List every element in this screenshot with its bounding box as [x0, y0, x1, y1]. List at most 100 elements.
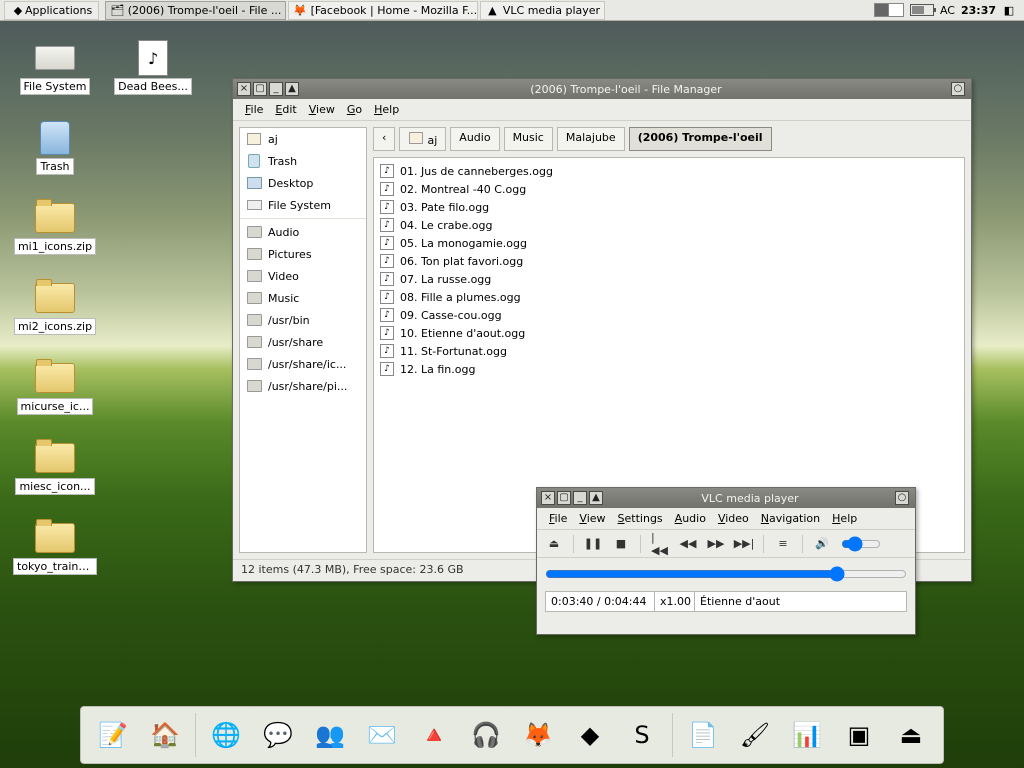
sidebar-item[interactable]: File System: [240, 194, 366, 216]
eject-icon[interactable]: ⏏: [545, 535, 563, 553]
path-segment[interactable]: aj: [399, 127, 446, 151]
desktop-icon-trash[interactable]: Trash: [12, 120, 98, 178]
close-icon[interactable]: ×: [541, 491, 555, 505]
workspace-switcher-icon[interactable]: [874, 3, 904, 17]
dock-mail-icon[interactable]: ✉️: [360, 713, 404, 757]
window-menu-icon[interactable]: ○: [951, 82, 965, 96]
file-item[interactable]: ♪08. Fille a plumes.ogg: [380, 288, 958, 306]
close-icon[interactable]: ×: [237, 82, 251, 96]
file-name: 12. La fin.ogg: [400, 363, 475, 376]
dock-skype-icon[interactable]: S: [620, 713, 664, 757]
clock[interactable]: 23:37: [961, 4, 996, 17]
sidebar-item[interactable]: /usr/share/pi...: [240, 375, 366, 397]
file-item[interactable]: ♪04. Le crabe.ogg: [380, 216, 958, 234]
file-item[interactable]: ♪11. St-Fortunat.ogg: [380, 342, 958, 360]
vlc-menu-file[interactable]: File: [543, 510, 573, 527]
path-segment[interactable]: Malajube: [557, 127, 625, 151]
file-item[interactable]: ♪09. Casse-cou.ogg: [380, 306, 958, 324]
fm-menu-edit[interactable]: Edit: [269, 101, 302, 118]
sidebar-item[interactable]: Desktop: [240, 172, 366, 194]
dock-terminal-icon[interactable]: ▣: [837, 713, 881, 757]
dock-web-browser-icon[interactable]: 🌐: [204, 713, 248, 757]
taskbar-task[interactable]: ▲ VLC media player: [480, 1, 605, 20]
fm-menu-view[interactable]: View: [303, 101, 341, 118]
taskbar-task[interactable]: 🗂 (2006) Trompe-l'oeil - File ...: [105, 1, 286, 20]
next-track-button[interactable]: ▶▶|: [735, 535, 753, 553]
pause-button[interactable]: ❚❚: [584, 535, 602, 553]
vlc-menu-help[interactable]: Help: [826, 510, 863, 527]
rewind-button[interactable]: ◀◀: [679, 535, 697, 553]
shade-icon[interactable]: ▲: [589, 491, 603, 505]
battery-icon[interactable]: [910, 4, 934, 16]
window-menu-icon[interactable]: ○: [895, 491, 909, 505]
file-item[interactable]: ♪05. La monogamie.ogg: [380, 234, 958, 252]
dock-text-editor-icon[interactable]: 📝: [91, 713, 135, 757]
sidebar-item[interactable]: /usr/bin: [240, 309, 366, 331]
path-segment[interactable]: Music: [504, 127, 553, 151]
speaker-icon[interactable]: 🔊: [813, 535, 831, 553]
prev-track-button[interactable]: |◀◀: [651, 535, 669, 553]
file-item[interactable]: ♪12. La fin.ogg: [380, 360, 958, 378]
dock-notes-icon[interactable]: 📄: [681, 713, 725, 757]
sidebar-item[interactable]: /usr/share/ic...: [240, 353, 366, 375]
minimize-icon[interactable]: _: [573, 491, 587, 505]
file-manager-titlebar[interactable]: × ▢ _ ▲ (2006) Trompe-l'oeil - File Mana…: [233, 79, 971, 99]
vlc-menu-audio[interactable]: Audio: [669, 510, 712, 527]
dock-vlc-icon[interactable]: 🔺: [412, 713, 456, 757]
file-item[interactable]: ♪07. La russe.ogg: [380, 270, 958, 288]
dock-chat-icon[interactable]: 💬: [256, 713, 300, 757]
desktop-icon-file-system[interactable]: File System: [12, 40, 98, 98]
sidebar-item[interactable]: Trash: [240, 150, 366, 172]
path-segment[interactable]: (2006) Trompe-l'oeil: [629, 127, 772, 151]
seek-slider[interactable]: [545, 566, 907, 582]
vlc-menu-navigation[interactable]: Navigation: [755, 510, 826, 527]
dock-office-chart-icon[interactable]: 📊: [785, 713, 829, 757]
forward-button[interactable]: ▶▶: [707, 535, 725, 553]
file-item[interactable]: ♪06. Ton plat favori.ogg: [380, 252, 958, 270]
sidebar-item[interactable]: Video: [240, 265, 366, 287]
path-segment[interactable]: Audio: [450, 127, 499, 151]
file-item[interactable]: ♪10. Etienne d'aout.ogg: [380, 324, 958, 342]
minimize-icon[interactable]: _: [269, 82, 283, 96]
vlc-menu-video[interactable]: Video: [712, 510, 755, 527]
desktop[interactable]: File SystemDead Bees...Trash mi1_icons.zi…: [12, 40, 212, 600]
desktop-icon-tokyo-train[interactable]: tokyo_train_...: [12, 520, 98, 578]
dock-contacts-icon[interactable]: 👥: [308, 713, 352, 757]
file-item[interactable]: ♪01. Jus de canneberges.ogg: [380, 162, 958, 180]
fm-menu-go[interactable]: Go: [341, 101, 368, 118]
taskbar-task[interactable]: 🦊 [Facebook | Home - Mozilla F...: [288, 1, 478, 20]
stop-button[interactable]: ■: [612, 535, 630, 553]
sidebar-item[interactable]: Music: [240, 287, 366, 309]
path-back-button[interactable]: ‹: [373, 127, 395, 151]
dock-inkscape-icon[interactable]: ◆: [568, 713, 612, 757]
desktop-icon-dead-bees[interactable]: Dead Bees...: [110, 40, 196, 98]
file-item[interactable]: ♪02. Montreal -40 C.ogg: [380, 180, 958, 198]
maximize-icon[interactable]: ▢: [557, 491, 571, 505]
dock-gimp-icon[interactable]: 🦊: [516, 713, 560, 757]
desktop-icon-miesc-icon[interactable]: miesc_icon...: [12, 440, 98, 498]
fm-menu-file[interactable]: File: [239, 101, 269, 118]
sidebar-item[interactable]: Pictures: [240, 243, 366, 265]
maximize-icon[interactable]: ▢: [253, 82, 267, 96]
desktop-icon-micurse-ic[interactable]: micurse_ic...: [12, 360, 98, 418]
sidebar-item[interactable]: /usr/share: [240, 331, 366, 353]
fm-menu-help[interactable]: Help: [368, 101, 405, 118]
dock-headphones-icon[interactable]: 🎧: [464, 713, 508, 757]
folder-icon: [246, 313, 262, 327]
sidebar-item[interactable]: Audio: [240, 221, 366, 243]
desktop-icon-mi1-icons[interactable]: mi1_icons.zip: [12, 200, 98, 258]
file-item[interactable]: ♪03. Pate filo.ogg: [380, 198, 958, 216]
desktop-icon-mi2-icons[interactable]: mi2_icons.zip: [12, 280, 98, 338]
volume-slider[interactable]: [841, 536, 881, 552]
vlc-titlebar[interactable]: × ▢ _ ▲ VLC media player ○: [537, 488, 915, 508]
applications-menu[interactable]: ◆ Applications: [4, 1, 99, 20]
vlc-menu-view[interactable]: View: [573, 510, 611, 527]
panel-menu-icon[interactable]: ◧: [1002, 3, 1016, 17]
shade-icon[interactable]: ▲: [285, 82, 299, 96]
dock-color-picker-icon[interactable]: 🖌: [733, 713, 777, 757]
sidebar-item[interactable]: aj: [240, 128, 366, 150]
playlist-icon[interactable]: ≡: [774, 535, 792, 553]
vlc-menu-settings[interactable]: Settings: [612, 510, 669, 527]
dock-file-manager-icon[interactable]: 🏠: [143, 713, 187, 757]
dock-eject-icon[interactable]: ⏏: [889, 713, 933, 757]
